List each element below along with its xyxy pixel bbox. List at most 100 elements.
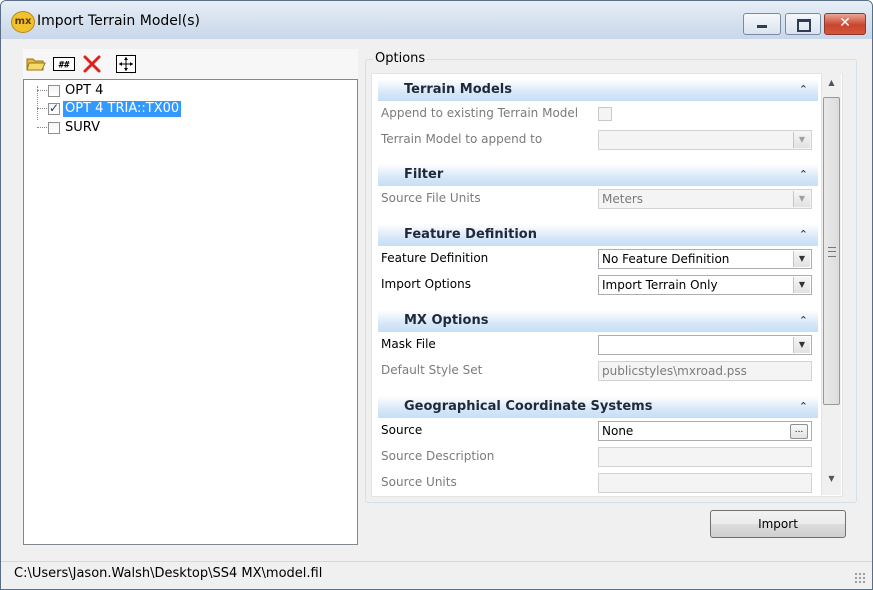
field-value: Meters: [602, 192, 644, 206]
move-button[interactable]: [115, 54, 137, 74]
window-title: Import Terrain Model(s): [37, 13, 201, 29]
open-folder-button[interactable]: [25, 54, 47, 74]
tree-item[interactable]: SURV: [48, 119, 102, 136]
section-title: MX Options: [404, 313, 489, 328]
property-row: Feature Definition No Feature Definition…: [378, 246, 818, 272]
options-scrollbar[interactable]: ▲ ▼: [821, 73, 841, 495]
collapse-icon[interactable]: ⌃: [799, 83, 808, 96]
chevron-down-icon[interactable]: ▼: [793, 277, 810, 293]
move-icon: [116, 55, 136, 73]
property-label: Source File Units: [381, 191, 481, 205]
section-feature-definition: Feature Definition ⌃ Feature Definition …: [378, 224, 818, 295]
property-row: Default Style Set publicstyles\mxroad.ps…: [378, 358, 818, 384]
default-style-set-field[interactable]: publicstyles\mxroad.pss: [598, 361, 812, 381]
grid-icon: ##: [53, 57, 75, 71]
grip-icon: [828, 247, 836, 257]
collapse-icon[interactable]: ⌃: [799, 400, 808, 413]
section-header[interactable]: Filter ⌃: [378, 164, 818, 186]
browse-button[interactable]: ...: [790, 424, 808, 439]
title-bar: mx Import Terrain Model(s) ✕: [1, 1, 872, 39]
chevron-down-icon[interactable]: ▼: [793, 337, 810, 353]
scrollbar-thumb[interactable]: [823, 97, 840, 405]
feature-definition-dropdown[interactable]: No Feature Definition ▼: [598, 249, 812, 269]
source-units-field[interactable]: [598, 473, 812, 493]
options-property-grid: Terrain Models ⌃ Append to existing Terr…: [371, 73, 843, 497]
tree-item-label: SURV: [65, 119, 100, 135]
resize-grip-icon[interactable]: [854, 572, 866, 584]
scroll-up-icon[interactable]: ▲: [822, 75, 841, 91]
property-row: Source None ...: [378, 418, 818, 444]
property-row: Import Options Import Terrain Only ▼: [378, 272, 818, 298]
tree-item[interactable]: OPT 4: [48, 82, 105, 99]
property-row: Source Units: [378, 470, 818, 496]
file-path: C:\Users\Jason.Walsh\Desktop\SS4 MX\mode…: [14, 566, 323, 581]
tree-item-label: OPT 4 TRIA::TX00: [63, 100, 182, 117]
source-units-dropdown[interactable]: Meters ▼: [598, 189, 812, 209]
section-header[interactable]: Feature Definition ⌃: [378, 224, 818, 246]
collapse-icon[interactable]: ⌃: [799, 228, 808, 241]
open-folder-icon: [26, 58, 46, 71]
section-header[interactable]: Terrain Models ⌃: [378, 79, 818, 101]
property-label: Source Description: [381, 449, 495, 463]
tree-item-checkbox[interactable]: [48, 101, 60, 115]
model-toolbar: ##: [23, 49, 358, 79]
grid-button[interactable]: ##: [53, 54, 75, 74]
field-value: No Feature Definition: [602, 252, 730, 266]
section-title: Feature Definition: [404, 227, 537, 242]
scroll-down-icon[interactable]: ▼: [822, 471, 841, 487]
section-header[interactable]: Geographical Coordinate Systems ⌃: [378, 396, 818, 418]
tree-item-checkbox[interactable]: [48, 121, 60, 134]
chevron-down-icon[interactable]: ▼: [793, 251, 810, 267]
tree-item-label: OPT 4: [65, 82, 104, 98]
property-label: Source: [381, 423, 423, 437]
property-label: Import Options: [381, 277, 471, 291]
minimize-icon: [757, 25, 767, 28]
mask-file-dropdown[interactable]: ▼: [598, 335, 812, 355]
delete-icon: [83, 55, 101, 73]
source-field[interactable]: None ...: [598, 421, 812, 441]
options-legend: Options: [373, 51, 428, 66]
tree-connector: [37, 90, 47, 91]
section-header[interactable]: MX Options ⌃: [378, 310, 818, 332]
section-title: Filter: [404, 167, 444, 182]
import-options-dropdown[interactable]: Import Terrain Only ▼: [598, 275, 812, 295]
maximize-button[interactable]: [785, 13, 821, 35]
source-description-field[interactable]: [598, 447, 812, 467]
terrain-model-tree[interactable]: OPT 4 OPT 4 TRIA::TX00 SURV: [23, 79, 358, 545]
property-label: Append to existing Terrain Model: [381, 106, 579, 120]
mx-app-icon: mx: [11, 11, 35, 33]
collapse-icon[interactable]: ⌃: [799, 314, 808, 327]
tree-item-selected[interactable]: OPT 4 TRIA::TX00: [48, 100, 182, 117]
tree-connector: [37, 127, 47, 128]
close-icon: ✕: [839, 15, 851, 31]
chevron-down-icon[interactable]: ▼: [793, 132, 810, 148]
close-button[interactable]: ✕: [824, 13, 866, 35]
svg-text:##: ##: [59, 61, 70, 71]
property-label: Default Style Set: [381, 363, 483, 377]
property-label: Terrain Model to append to: [381, 132, 543, 146]
property-row: Append to existing Terrain Model: [378, 101, 818, 127]
property-label: Source Units: [381, 475, 457, 489]
maximize-icon: [797, 19, 811, 32]
section-title: Terrain Models: [404, 82, 512, 97]
tree-connector: [37, 86, 38, 120]
property-label: Mask File: [381, 337, 436, 351]
property-row: Terrain Model to append to ▼: [378, 127, 818, 153]
import-button[interactable]: Import: [710, 510, 846, 538]
section-terrain-models: Terrain Models ⌃ Append to existing Terr…: [378, 79, 818, 150]
tree-item-checkbox[interactable]: [48, 84, 60, 97]
section-geographical-coordinate-systems: Geographical Coordinate Systems ⌃ Source…: [378, 396, 818, 493]
delete-button[interactable]: [81, 54, 103, 74]
status-bar: C:\Users\Jason.Walsh\Desktop\SS4 MX\mode…: [1, 561, 872, 589]
section-filter: Filter ⌃ Source File Units Meters ▼: [378, 164, 818, 209]
field-value: Import Terrain Only: [602, 278, 718, 292]
append-checkbox[interactable]: [598, 107, 612, 121]
field-value: publicstyles\mxroad.pss: [602, 364, 747, 378]
minimize-button[interactable]: [743, 13, 781, 35]
terrain-model-append-dropdown[interactable]: ▼: [598, 130, 812, 150]
collapse-icon[interactable]: ⌃: [799, 168, 808, 181]
section-mx-options: MX Options ⌃ Mask File ▼ Default Style S…: [378, 310, 818, 381]
field-value: None: [602, 424, 634, 438]
chevron-down-icon[interactable]: ▼: [793, 191, 810, 207]
property-row: Source Description: [378, 444, 818, 470]
